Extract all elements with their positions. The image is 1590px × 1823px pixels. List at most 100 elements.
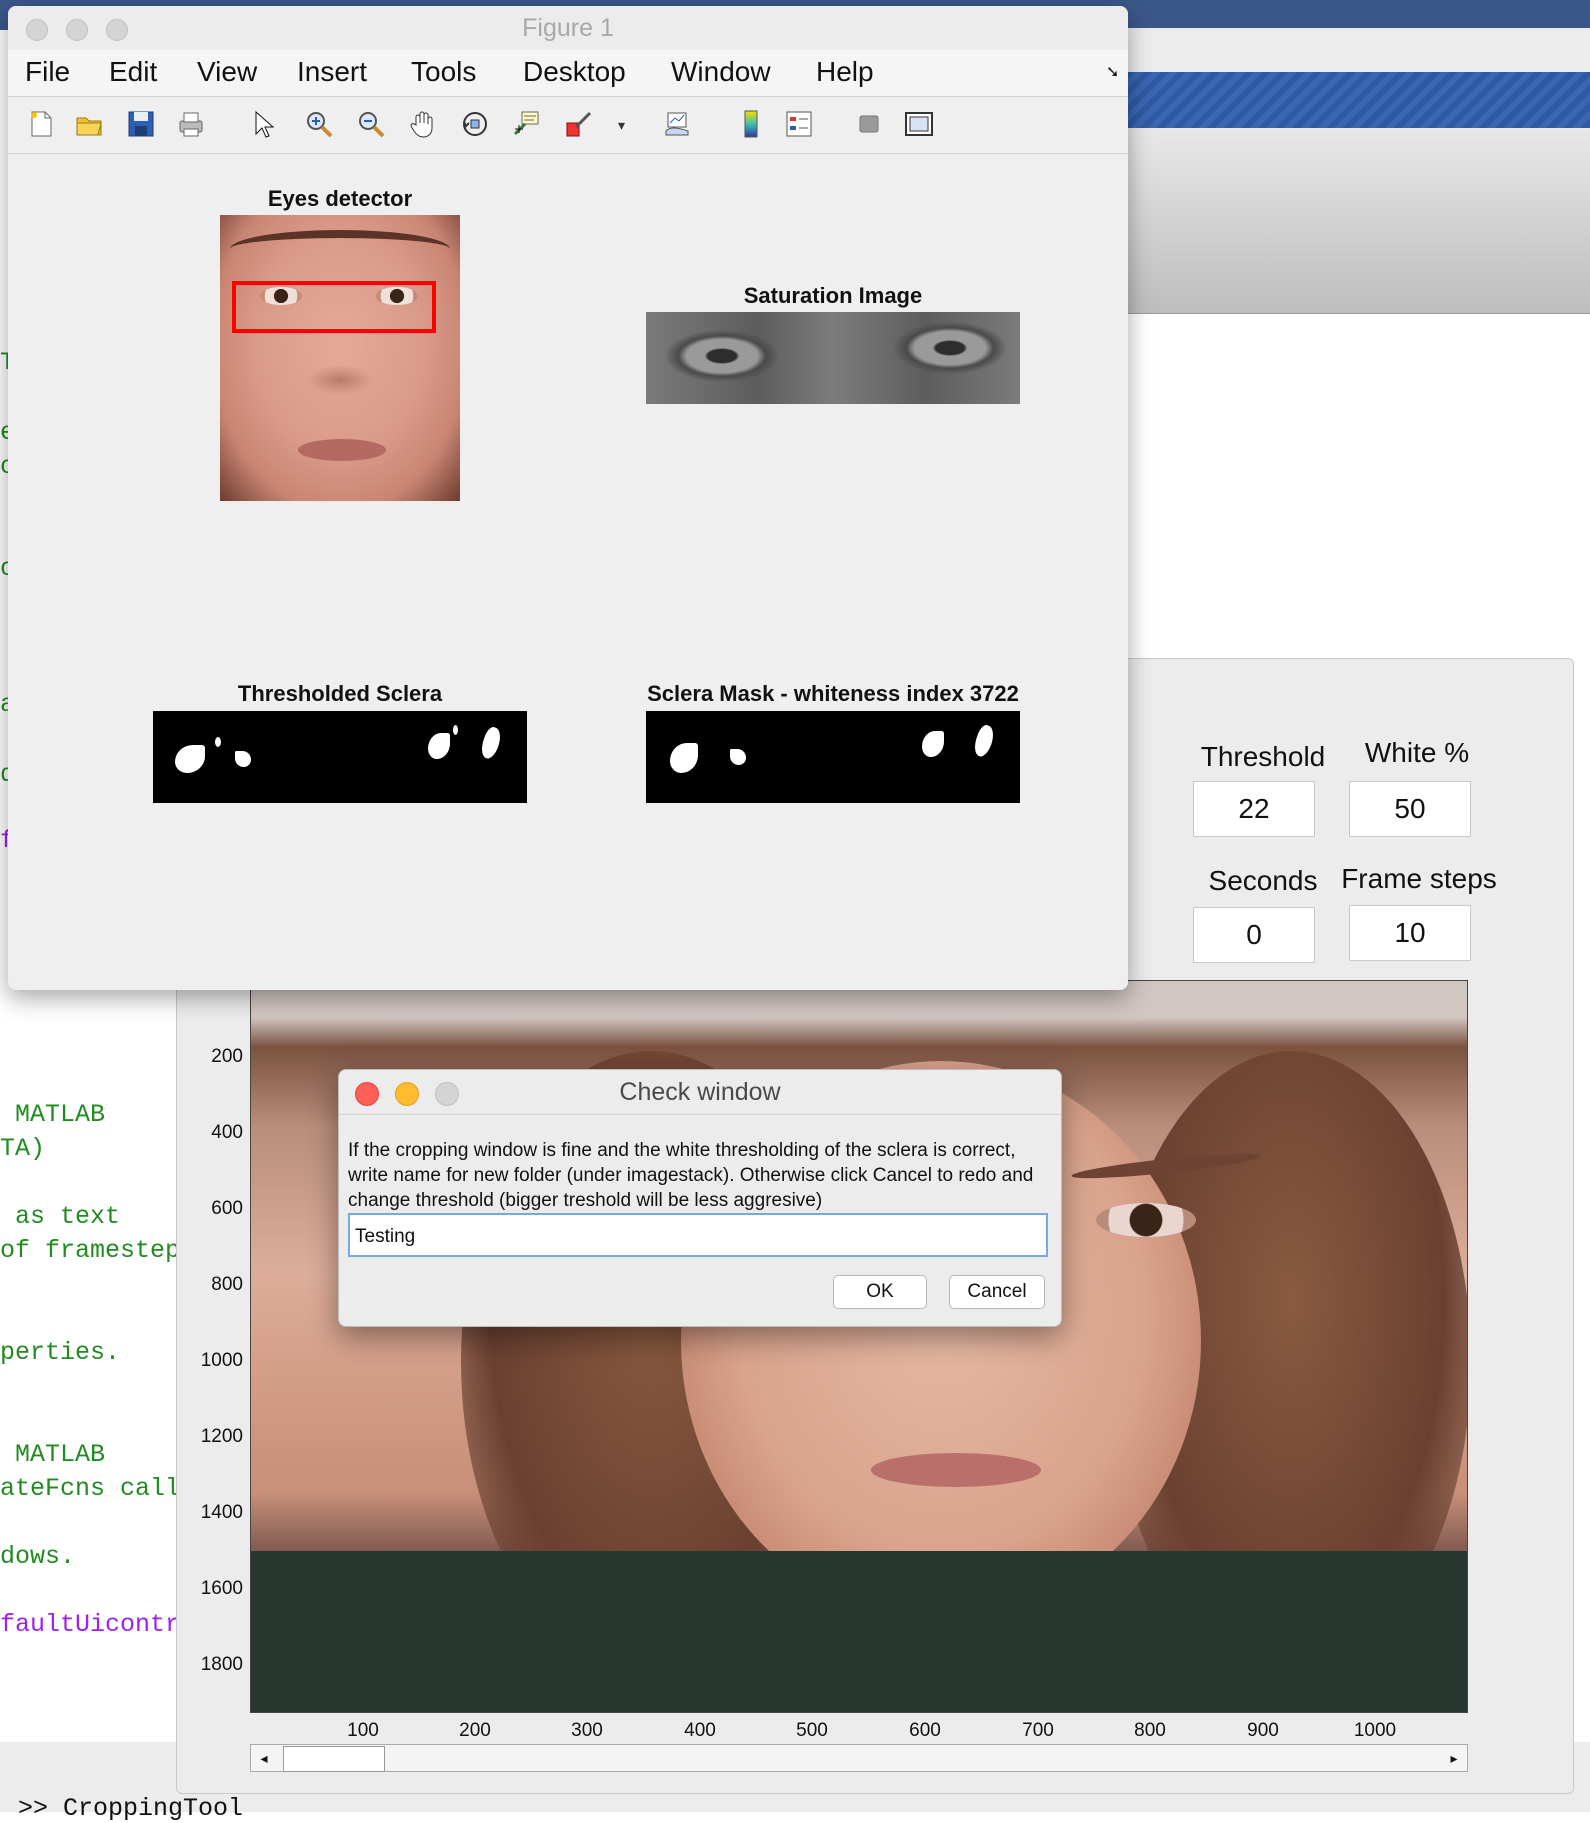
sclera-blob: [922, 731, 944, 757]
threshold-field[interactable]: 22: [1193, 781, 1315, 837]
y-tick-label: 1800: [200, 1654, 243, 1675]
sclera-blob: [215, 737, 221, 747]
white-percent-field[interactable]: 50: [1349, 781, 1471, 837]
command-prompt: >> CroppingTool: [18, 1794, 244, 1823]
data-cursor-icon[interactable]: [512, 109, 542, 139]
y-tick-label: 1200: [200, 1426, 243, 1447]
close-window-button[interactable]: [26, 19, 48, 41]
nose: [306, 365, 374, 395]
frame-steps-field[interactable]: 10: [1349, 905, 1471, 961]
zoom-out-icon[interactable]: [356, 109, 386, 139]
legend-icon[interactable]: [784, 109, 814, 139]
x-tick-label: 400: [684, 1720, 716, 1741]
open-file-icon[interactable]: [74, 109, 104, 139]
menu-insert[interactable]: Insert: [297, 56, 367, 88]
code-line: TA): [0, 1134, 46, 1163]
sclera-blob: [235, 751, 251, 767]
pan-hand-icon[interactable]: [408, 109, 438, 139]
threshold-label: Threshold: [1200, 741, 1326, 772]
menu-tools[interactable]: Tools: [411, 56, 476, 88]
menu-bar: File Edit View Insert Tools Desktop Wind…: [8, 50, 1128, 97]
sweater-region: [251, 1551, 1467, 1712]
cancel-button[interactable]: Cancel: [949, 1275, 1045, 1309]
folder-name-input[interactable]: Testing: [348, 1213, 1048, 1257]
menu-help[interactable]: Help: [816, 56, 874, 88]
print-icon[interactable]: [176, 109, 206, 139]
brush-icon[interactable]: [564, 109, 594, 139]
dropdown-arrow-icon[interactable]: ▾: [618, 117, 625, 134]
seconds-field[interactable]: 0: [1193, 907, 1315, 963]
y-tick-label: 200: [211, 1046, 243, 1067]
show-plot-tools-icon[interactable]: [904, 109, 934, 139]
minimize-window-button[interactable]: [66, 19, 88, 41]
menu-edit[interactable]: Edit: [109, 56, 157, 88]
code-line: perties.: [0, 1338, 121, 1367]
code-line: MATLAB: [0, 1440, 106, 1469]
x-tick-label: 500: [796, 1720, 828, 1741]
scrollbar-thumb[interactable]: [283, 1746, 385, 1772]
ok-button[interactable]: OK: [833, 1275, 927, 1309]
zoom-dialog-button[interactable]: [435, 1082, 459, 1106]
eyes-detector-image: [220, 215, 460, 501]
y-tick-label: 1000: [200, 1350, 243, 1371]
new-figure-icon[interactable]: [26, 109, 56, 139]
sclera-blob: [971, 723, 997, 759]
x-tick-label: 900: [1247, 1720, 1279, 1741]
y-tick-label: 800: [211, 1274, 243, 1295]
saturation-image: [646, 312, 1020, 404]
minimize-dialog-button[interactable]: [395, 1082, 419, 1106]
thresholded-sclera-title: Thresholded Sclera: [237, 681, 443, 706]
rotate-3d-icon[interactable]: [460, 109, 490, 139]
sclera-blob: [670, 743, 698, 773]
background-window-titlebar: [1110, 28, 1590, 72]
horizontal-scrollbar[interactable]: ◂ ▸: [250, 1744, 1468, 1772]
window-title: Figure 1: [522, 14, 614, 42]
saturation-image-title: Saturation Image: [743, 283, 923, 308]
dock-arrow-icon[interactable]: ➘: [1106, 62, 1119, 82]
figure-toolbar: ▾: [8, 97, 1128, 154]
eye-detection-box: [232, 281, 436, 333]
pointer-icon[interactable]: [248, 109, 278, 139]
sclera-blob: [478, 725, 504, 761]
hide-plot-tools-icon[interactable]: [854, 109, 884, 139]
colorbar-icon[interactable]: [736, 109, 766, 139]
x-tick-label: 600: [909, 1720, 941, 1741]
code-line: ateFcns call: [0, 1474, 181, 1503]
x-tick-label: 100: [347, 1720, 379, 1741]
dialog-title: Check window: [619, 1078, 781, 1106]
background-ribbon-band: [1110, 72, 1590, 128]
sclera-blob: [730, 749, 746, 765]
code-line: dows.: [0, 1542, 76, 1571]
menu-view[interactable]: View: [197, 56, 257, 88]
scroll-right-arrow-icon[interactable]: ▸: [1441, 1745, 1467, 1771]
eye: [894, 322, 1006, 374]
eye: [666, 330, 778, 382]
x-tick-label: 800: [1134, 1720, 1166, 1741]
x-tick-label: 300: [571, 1720, 603, 1741]
menu-desktop[interactable]: Desktop: [523, 56, 626, 88]
eye: [1096, 1203, 1196, 1237]
figure-window: Figure 1 File Edit View Insert Tools Des…: [8, 6, 1128, 990]
zoom-window-button[interactable]: [106, 19, 128, 41]
sclera-blob: [175, 745, 205, 773]
code-line: MATLAB: [0, 1100, 106, 1129]
lips: [298, 439, 386, 461]
zoom-in-icon[interactable]: [304, 109, 334, 139]
link-plot-icon[interactable]: [662, 109, 692, 139]
background-panel: [1110, 128, 1590, 313]
code-line: faultUicontr: [0, 1610, 181, 1639]
menu-file[interactable]: File: [25, 56, 70, 88]
close-dialog-button[interactable]: [355, 1082, 379, 1106]
menu-window[interactable]: Window: [671, 56, 771, 88]
sclera-blob: [453, 725, 458, 735]
background-workspace: [1110, 313, 1590, 659]
x-tick-label: 1000: [1353, 1720, 1397, 1741]
y-tick-label: 600: [211, 1198, 243, 1219]
figure-titlebar: Figure 1: [8, 6, 1128, 50]
x-tick-label: 200: [459, 1720, 491, 1741]
lips: [871, 1453, 1041, 1487]
check-window-dialog: Check window If the cropping window is f…: [338, 1069, 1062, 1327]
scroll-left-arrow-icon[interactable]: ◂: [251, 1745, 277, 1771]
save-icon[interactable]: [126, 109, 156, 139]
dialog-message: If the cropping window is fine and the w…: [348, 1140, 1034, 1211]
